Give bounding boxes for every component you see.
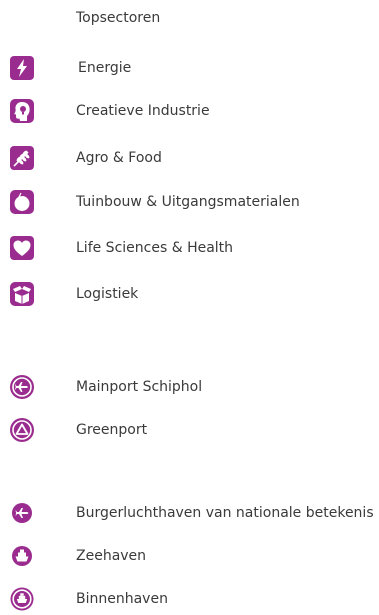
legend-item-label: Agro & Food bbox=[76, 150, 162, 166]
legend-item-label: Burgerluchthaven van nationale betekenis bbox=[76, 505, 374, 521]
legend-item-label: Mainport Schiphol bbox=[76, 379, 203, 395]
wheat-icon bbox=[9, 145, 35, 171]
box-icon bbox=[9, 281, 35, 307]
legend-item-label: Life Sciences & Health bbox=[76, 240, 234, 256]
legend-item-burgerluchthaven: Burgerluchthaven van nationale betekenis bbox=[0, 499, 379, 527]
ship-icon bbox=[9, 543, 35, 569]
ship-circle-icon bbox=[9, 586, 35, 612]
legend-item-label: Tuinbouw & Uitgangsmaterialen bbox=[76, 194, 300, 210]
lightning-icon bbox=[9, 55, 35, 81]
legend-item-life-sciences: Life Sciences & Health bbox=[0, 234, 379, 262]
legend-item-tuinbouw: Tuinbouw & Uitgangsmaterialen bbox=[0, 188, 379, 216]
legend-item-label: Binnenhaven bbox=[76, 591, 168, 607]
legend-title: Topsectoren bbox=[76, 10, 161, 26]
legend-item-label: Logistiek bbox=[76, 286, 139, 302]
legend-item-agro-food: Agro & Food bbox=[0, 144, 379, 172]
legend-item-energie: Energie bbox=[0, 54, 379, 82]
legend-item-creatieve-industrie: Creatieve Industrie bbox=[0, 97, 379, 125]
legend-item-binnenhaven: Binnenhaven bbox=[0, 585, 379, 613]
legend-item-label: Greenport bbox=[76, 422, 148, 438]
legend-item-label: Zeehaven bbox=[76, 548, 147, 564]
airplane-icon bbox=[9, 500, 35, 526]
head-lightbulb-icon bbox=[9, 98, 35, 124]
airplane-circle-icon bbox=[9, 374, 35, 400]
heart-icon bbox=[9, 235, 35, 261]
triangle-circle-icon bbox=[9, 417, 35, 443]
legend-item-greenport: Greenport bbox=[0, 416, 379, 444]
legend-item-label: Creatieve Industrie bbox=[76, 103, 210, 119]
legend-item-label: Energie bbox=[78, 60, 132, 76]
legend-item-logistiek: Logistiek bbox=[0, 280, 379, 308]
legend-item-mainport-schiphol: Mainport Schiphol bbox=[0, 373, 379, 401]
apple-icon bbox=[9, 189, 35, 215]
legend-item-zeehaven: Zeehaven bbox=[0, 542, 379, 570]
